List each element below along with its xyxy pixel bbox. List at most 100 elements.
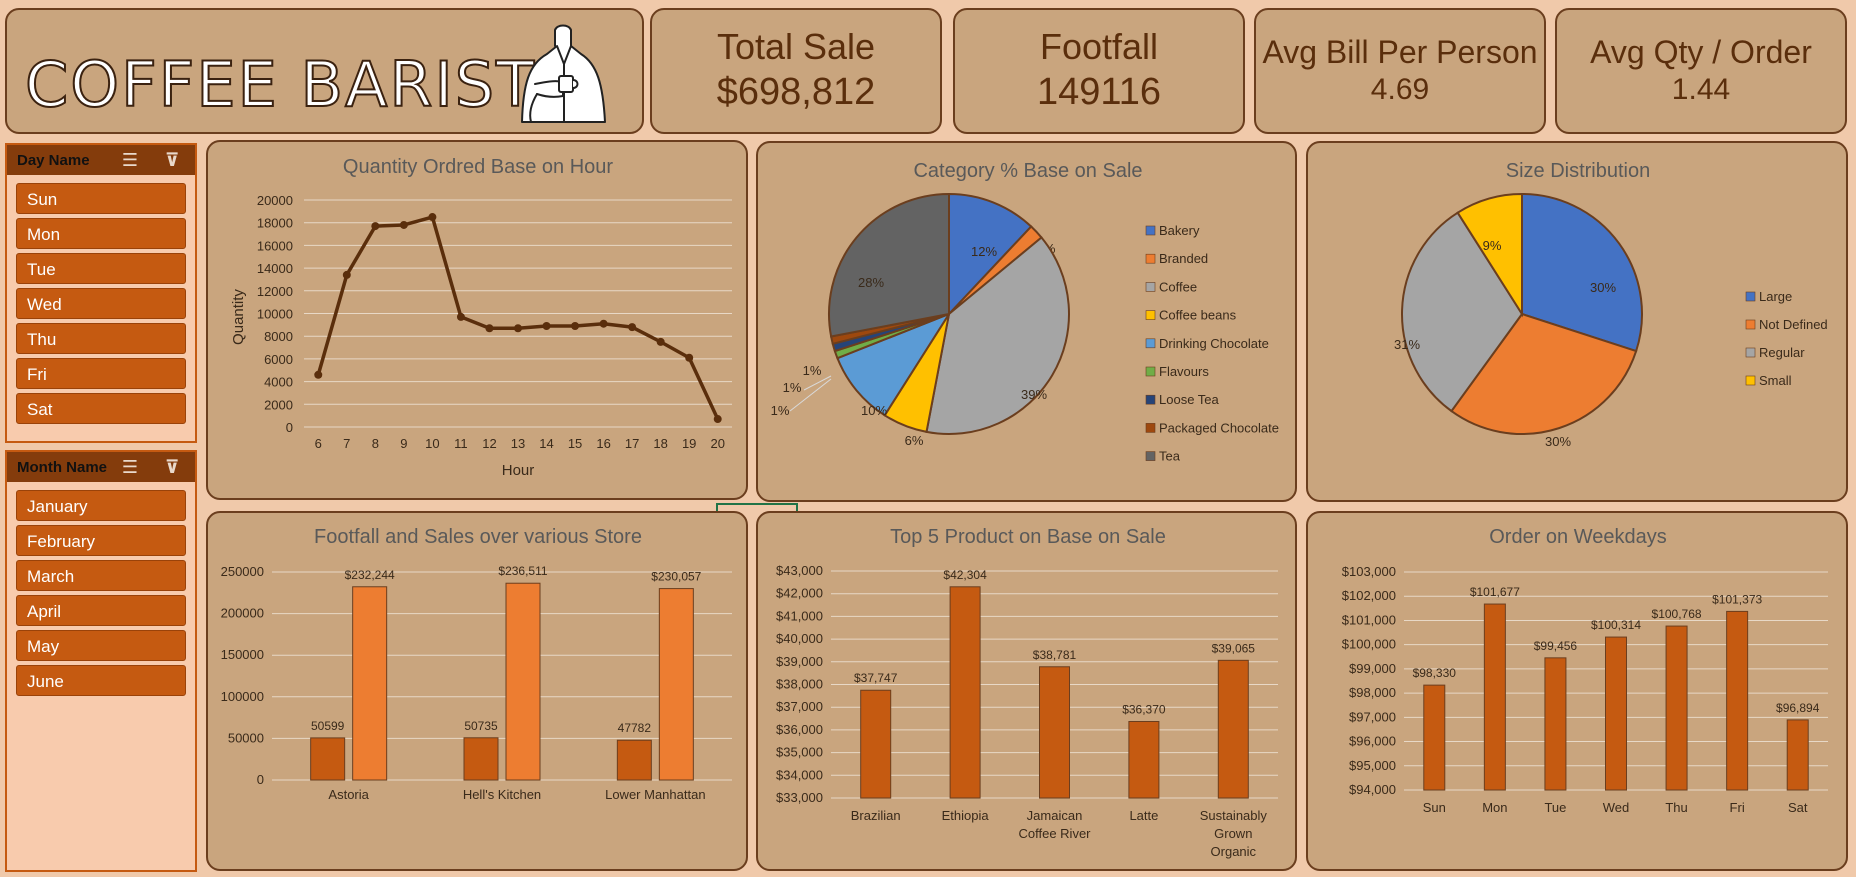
y-tick-label: $39,000	[776, 654, 823, 669]
kpi-label: Avg Bill Per Person	[1262, 34, 1538, 70]
legend-swatch	[1145, 225, 1156, 236]
weekdays-chart-panel: Order on Weekdays $94,000 $95,000 $96,000 $9…	[1306, 511, 1848, 871]
x-tick-label: 13	[511, 436, 525, 451]
day-slicer-item-mon[interactable]: Mon	[16, 218, 186, 249]
y-tick-label: $96,000	[1349, 734, 1396, 749]
x-tick-label: Grown	[1214, 826, 1252, 841]
x-tick-label: 17	[625, 436, 639, 451]
data-label: $42,304	[943, 568, 987, 582]
data-label: $232,244	[345, 568, 395, 582]
month-slicer-item-may[interactable]: May	[16, 630, 186, 661]
data-point	[571, 321, 580, 330]
x-tick-label: Fri	[1730, 800, 1745, 815]
day-slicer-item-sun[interactable]: Sun	[16, 183, 186, 214]
multi-select-icon[interactable]: ☰	[119, 456, 141, 478]
pie-data-label: 1%	[803, 363, 822, 378]
month-slicer-item-june[interactable]: June	[16, 665, 186, 696]
data-label: $101,677	[1470, 585, 1520, 599]
legend-label: Flavours	[1159, 364, 1209, 379]
chart-title: Category % Base on Sale	[913, 160, 1142, 182]
bar	[1039, 666, 1070, 799]
day-slicer-item-tue[interactable]: Tue	[16, 253, 186, 284]
legend-swatch	[1145, 338, 1156, 349]
data-point	[456, 312, 465, 321]
hourly-line-chart: Quantity Ordred Base on Hour 0 2000 4000 600…	[230, 156, 732, 479]
pie-data-label: 30%	[1590, 280, 1616, 295]
kpi-value: 1.44	[1671, 73, 1731, 106]
x-tick-label: Sat	[1788, 800, 1808, 815]
legend-swatch	[1145, 451, 1156, 461]
slicer-title: Day Name	[17, 151, 90, 169]
hourly-chart-panel: Quantity Ordred Base on Hour 0 2000 4000 600…	[206, 140, 748, 500]
y-tick-label: $94,000	[1349, 782, 1396, 797]
clear-filter-icon[interactable]: ⊽	[161, 149, 183, 171]
data-label: $99,456	[1534, 639, 1578, 653]
y-tick-label: $35,000	[776, 745, 823, 760]
y-tick-label: $98,000	[1349, 685, 1396, 700]
category-chart-panel: Category % Base on Sale12%2%39%6%10%1%1%…	[756, 141, 1297, 502]
month-slicer: Month Name ☰ ⊽ January February March April…	[5, 450, 197, 872]
day-slicer-item-wed[interactable]: Wed	[16, 288, 186, 319]
day-slicer-item-sat[interactable]: Sat	[16, 393, 186, 424]
day-slicer-item-fri[interactable]: Fri	[16, 358, 186, 389]
y-axis-label: Quantity	[230, 289, 247, 345]
x-tick-label: 10	[425, 436, 439, 451]
month-slicer-item-january[interactable]: January	[16, 490, 186, 521]
y-tick-label: $36,000	[776, 722, 823, 737]
day-slicer-item-thu[interactable]: Thu	[16, 323, 186, 354]
y-tick-label: 50000	[228, 730, 264, 745]
data-label: $101,373	[1712, 592, 1762, 606]
bar	[616, 739, 652, 781]
y-tick-label: 4000	[264, 375, 293, 390]
size-chart-panel: Size Distribution 30% 30% 31% 9% Large Not Def…	[1306, 141, 1848, 502]
kpi-label: Avg Qty / Order	[1590, 34, 1812, 70]
legend-label: Large	[1759, 289, 1792, 304]
legend-label: Packaged Chocolate	[1159, 420, 1279, 435]
x-tick-label: Tue	[1544, 800, 1566, 815]
data-label: 47782	[618, 721, 652, 735]
month-slicer-item-march[interactable]: March	[16, 560, 186, 591]
pie-data-label: 1%	[771, 403, 790, 418]
legend-swatch	[1145, 423, 1156, 433]
y-tick-label: $41,000	[776, 608, 823, 623]
day-slicer-items: Sun Mon Tue Wed Thu Fri Sat	[7, 175, 195, 424]
x-tick-label: Coffee River	[1018, 826, 1091, 841]
slicer-header: Day Name ☰ ⊽	[7, 145, 195, 175]
x-tick-label: 8	[372, 436, 379, 451]
legend-label: Drinking Chocolate	[1159, 336, 1269, 351]
legend-label: Loose Tea	[1159, 392, 1220, 407]
bar	[1217, 659, 1249, 799]
title-panel: COFFEE BARISTA	[5, 8, 644, 134]
y-tick-label: $40,000	[776, 631, 823, 646]
kpi-footfall: Footfall 149116	[953, 8, 1245, 134]
data-point	[399, 220, 408, 229]
x-axis-label: Hour	[502, 462, 535, 479]
legend-swatch	[1745, 347, 1756, 358]
series-line	[316, 215, 720, 420]
chart-title: Top 5 Product on Base on Sale	[890, 526, 1166, 548]
pie-data-label: 39%	[1021, 387, 1047, 402]
y-tick-label: 150000	[221, 647, 264, 662]
x-tick-label: Hell's Kitchen	[463, 787, 541, 802]
chart-title: Size Distribution	[1506, 160, 1651, 182]
bar	[1544, 657, 1567, 791]
slicer-title: Month Name	[17, 458, 107, 476]
legend-label: Small	[1759, 373, 1792, 388]
bar	[1786, 719, 1809, 791]
month-slicer-item-february[interactable]: February	[16, 525, 186, 556]
data-point	[628, 323, 637, 332]
clear-filter-icon[interactable]: ⊽	[161, 456, 183, 478]
legend-label: Coffee beans	[1159, 308, 1237, 323]
data-label: $98,330	[1413, 666, 1457, 680]
y-tick-label: 2000	[264, 397, 293, 412]
y-tick-label: 250000	[221, 564, 264, 579]
bar	[658, 588, 694, 781]
multi-select-icon[interactable]: ☰	[119, 149, 141, 171]
y-tick-label: $103,000	[1342, 564, 1396, 579]
pie-data-label: 9%	[1483, 238, 1502, 253]
month-slicer-item-april[interactable]: April	[16, 595, 186, 626]
data-point	[713, 415, 722, 424]
y-tick-label: $99,000	[1349, 661, 1396, 676]
x-tick-label: Sustainably	[1200, 808, 1268, 823]
legend-swatch	[1145, 310, 1156, 320]
